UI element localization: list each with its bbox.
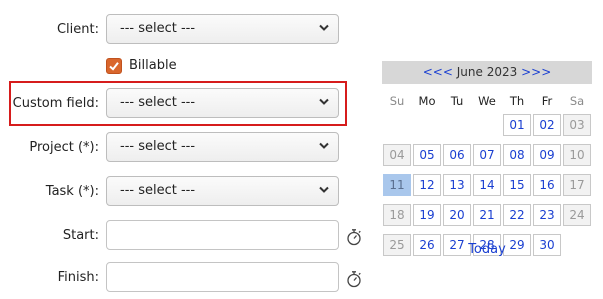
prev-month-link[interactable]: <<<: [423, 65, 453, 79]
billable-label: Billable: [129, 58, 177, 73]
calendar-day[interactable]: 09: [533, 144, 561, 166]
calendar-day[interactable]: 03: [563, 114, 591, 136]
chevron-down-icon: [319, 24, 329, 31]
chevron-down-icon: [319, 98, 329, 105]
chevron-down-icon: [319, 186, 329, 193]
finish-time-input[interactable]: [106, 262, 339, 292]
calendar-day[interactable]: 01: [503, 114, 531, 136]
task-select-value: --- select ---: [120, 183, 196, 198]
custom-field-select[interactable]: --- select ---: [106, 88, 339, 118]
stopwatch-icon[interactable]: [346, 270, 362, 288]
project-select-value: --- select ---: [120, 139, 196, 154]
chevron-down-icon: [319, 142, 329, 149]
weekday-label: Sa: [569, 94, 585, 108]
client-label: Client:: [56, 22, 99, 37]
weekday-label: Fr: [541, 94, 553, 108]
calendar-day[interactable]: 24: [563, 204, 591, 226]
checkmark-icon: [109, 62, 119, 71]
calendar-day[interactable]: 17: [563, 174, 591, 196]
start-row: Start:: [0, 220, 370, 252]
weekday-label: We: [478, 94, 496, 108]
next-month-link[interactable]: >>>: [521, 65, 551, 79]
calendar-day[interactable]: 07: [473, 144, 501, 166]
custom-field-label: Custom field:: [12, 96, 99, 111]
calendar-day[interactable]: 23: [533, 204, 561, 226]
calendar-day[interactable]: 22: [503, 204, 531, 226]
calendar-day[interactable]: 21: [473, 204, 501, 226]
project-label: Project (*):: [29, 140, 99, 155]
calendar-day[interactable]: 05: [413, 144, 441, 166]
weekday-header: Su Mo Tu We Th Fr Sa: [382, 88, 592, 114]
calendar-day[interactable]: 16: [533, 174, 561, 196]
custom-field-row: Custom field: --- select ---: [0, 88, 345, 120]
client-select[interactable]: --- select ---: [106, 14, 339, 44]
calendar-day[interactable]: 08: [503, 144, 531, 166]
weekday-label: Mo: [418, 94, 436, 108]
calendar-month-year: June 2023: [456, 65, 518, 79]
task-label: Task (*):: [45, 184, 99, 199]
start-label: Start:: [62, 228, 99, 243]
finish-row: Finish:: [0, 262, 370, 294]
today-link[interactable]: Today: [382, 242, 592, 257]
weekday-label: Tu: [450, 94, 464, 108]
client-row: Client: --- select ---: [0, 14, 345, 46]
calendar-day[interactable]: 06: [443, 144, 471, 166]
weekday-label: Th: [509, 94, 525, 108]
client-select-value: --- select ---: [120, 21, 196, 36]
calendar-day[interactable]: 13: [443, 174, 471, 196]
calendar: <<< June 2023 >>> Su Mo Tu We Th Fr Sa 0…: [382, 61, 592, 257]
task-select[interactable]: --- select ---: [106, 176, 339, 206]
task-row: Task (*): --- select ---: [0, 176, 345, 208]
finish-label: Finish:: [57, 270, 99, 285]
calendar-day[interactable]: 18: [383, 204, 411, 226]
project-select[interactable]: --- select ---: [106, 132, 339, 162]
calendar-day[interactable]: 10: [563, 144, 591, 166]
calendar-day[interactable]: 20: [443, 204, 471, 226]
weekday-label: Su: [389, 94, 405, 108]
calendar-day[interactable]: 02: [533, 114, 561, 136]
calendar-day[interactable]: 19: [413, 204, 441, 226]
custom-field-select-value: --- select ---: [120, 95, 196, 110]
calendar-day[interactable]: 12: [413, 174, 441, 196]
stopwatch-icon[interactable]: [346, 228, 362, 246]
calendar-day[interactable]: 15: [503, 174, 531, 196]
project-row: Project (*): --- select ---: [0, 132, 345, 164]
billable-checkbox[interactable]: [106, 58, 122, 74]
calendar-day[interactable]: 04: [383, 144, 411, 166]
calendar-header: <<< June 2023 >>>: [382, 61, 592, 84]
calendar-day[interactable]: 11: [383, 174, 411, 196]
start-time-input[interactable]: [106, 220, 339, 250]
calendar-day[interactable]: 14: [473, 174, 501, 196]
